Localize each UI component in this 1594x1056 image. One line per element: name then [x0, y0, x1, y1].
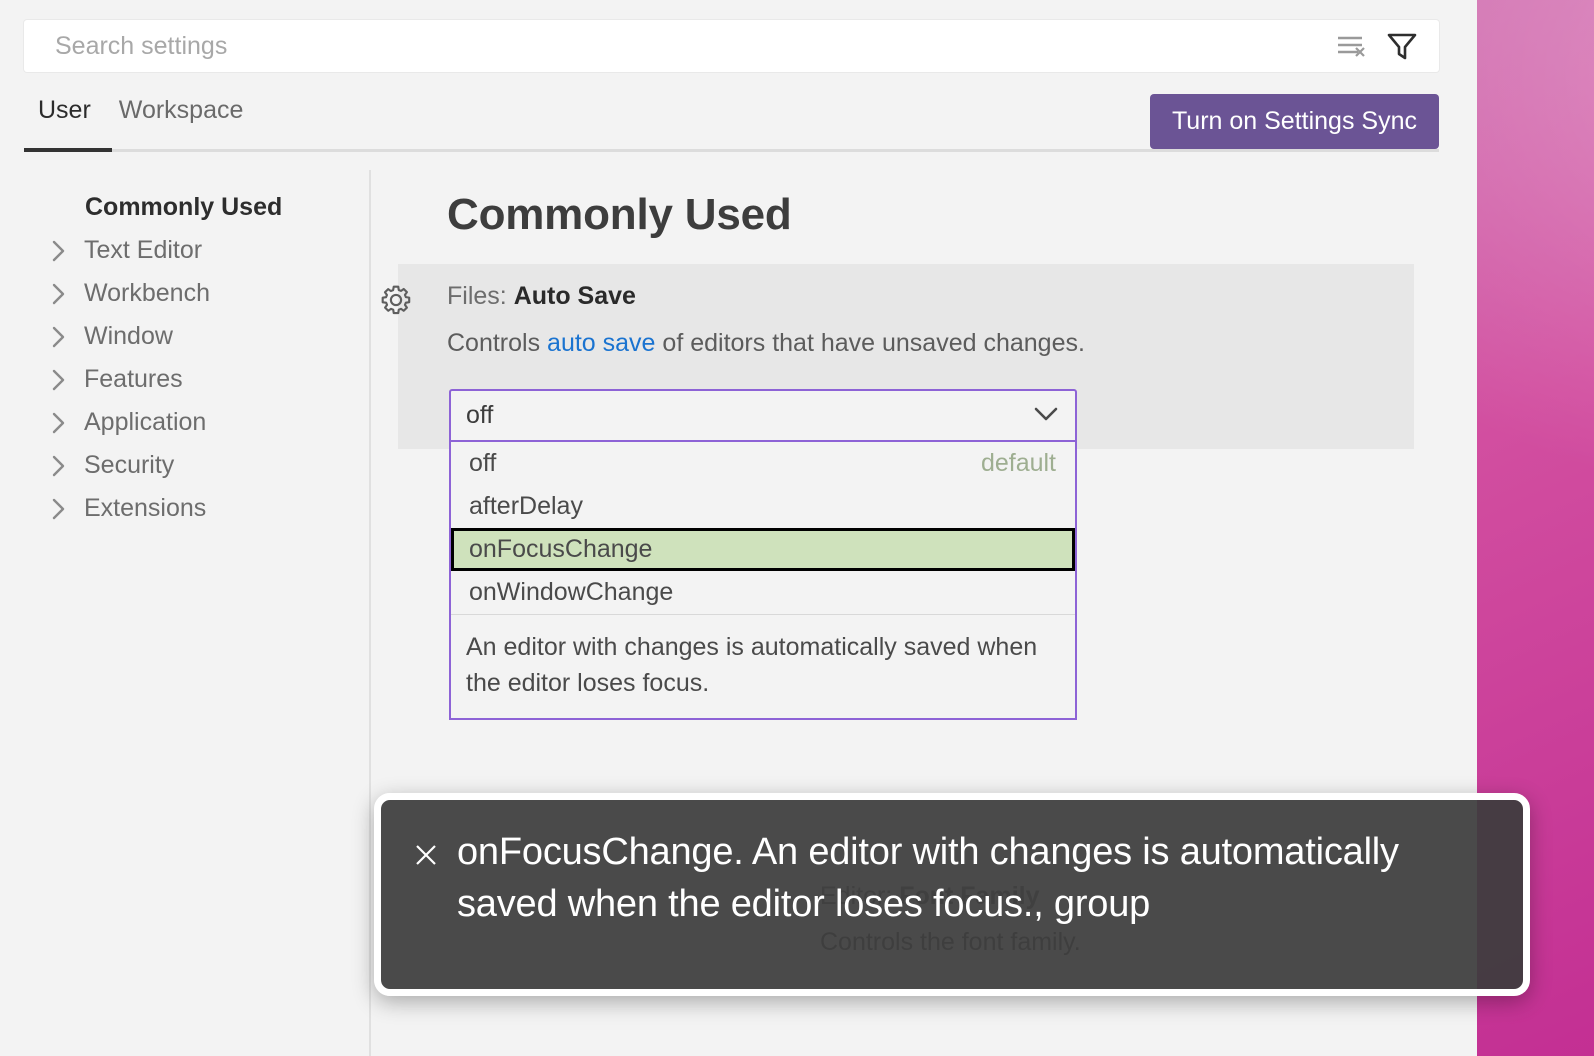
dropdown-option-onfocuschange[interactable]: onFocusChange — [451, 528, 1075, 571]
close-icon[interactable] — [407, 836, 445, 874]
chevron-right-icon — [50, 368, 84, 392]
setting-title: Files: Auto Save — [447, 282, 1414, 311]
dropdown-option-afterdelay[interactable]: afterDelay — [451, 485, 1075, 528]
setting-title-prefix: Files: — [447, 282, 514, 310]
toast-message: onFocusChange. An editor with changes is… — [445, 826, 1501, 931]
option-default-tag: default — [981, 449, 1056, 478]
clear-filter-icon[interactable] — [1332, 27, 1370, 65]
funnel-filter-icon[interactable] — [1383, 27, 1421, 65]
desc-text-before: Controls — [447, 329, 547, 357]
chevron-right-icon — [50, 411, 84, 435]
dropdown-option-description: An editor with changes is automatically … — [451, 614, 1075, 718]
tab-user[interactable]: User — [24, 94, 105, 143]
tabs-row: User Workspace Turn on Settings Sync — [24, 94, 1439, 156]
sidebar-item-label: Commonly Used — [85, 193, 282, 222]
sidebar-item-window[interactable]: Window — [0, 315, 369, 358]
search-bar — [24, 20, 1439, 72]
accessibility-toast: onFocusChange. An editor with changes is… — [374, 793, 1530, 996]
setting-title-name: Auto Save — [514, 282, 636, 310]
sidebar-item-extensions[interactable]: Extensions — [0, 487, 369, 530]
sidebar-item-commonly-used[interactable]: Commonly Used — [0, 186, 369, 229]
chevron-right-icon — [50, 282, 84, 306]
sidebar-item-workbench[interactable]: Workbench — [0, 272, 369, 315]
sidebar-item-label: Workbench — [84, 279, 210, 308]
tab-workspace[interactable]: Workspace — [105, 94, 258, 143]
settings-toc: Commonly Used Text Editor Workbench Wind… — [0, 170, 371, 1056]
sidebar-item-label: Extensions — [84, 494, 206, 523]
sidebar-item-text-editor[interactable]: Text Editor — [0, 229, 369, 272]
sidebar-item-label: Application — [84, 408, 206, 437]
auto-save-select: off off default afterDelay onFocusChange… — [449, 389, 1077, 720]
tabs-divider — [24, 149, 1439, 152]
option-label: onWindowChange — [469, 578, 673, 607]
sidebar-item-label: Window — [84, 322, 173, 351]
chevron-right-icon — [50, 497, 84, 521]
setting-description: Controls auto save of editors that have … — [447, 327, 1414, 361]
sidebar-item-security[interactable]: Security — [0, 444, 369, 487]
gear-icon[interactable] — [379, 283, 413, 317]
sidebar-item-label: Text Editor — [84, 236, 202, 265]
sidebar-item-application[interactable]: Application — [0, 401, 369, 444]
active-tab-indicator — [24, 148, 112, 152]
chevron-right-icon — [50, 454, 84, 478]
dropdown-option-onwindowchange[interactable]: onWindowChange — [451, 571, 1075, 614]
sidebar-item-label: Security — [84, 451, 174, 480]
dropdown-option-off[interactable]: off default — [451, 442, 1075, 485]
search-input[interactable] — [24, 32, 1332, 61]
chevron-right-icon — [50, 325, 84, 349]
auto-save-selected-value: off — [466, 401, 493, 430]
option-label: off — [469, 449, 496, 478]
option-label: afterDelay — [469, 492, 583, 521]
turn-on-settings-sync-button[interactable]: Turn on Settings Sync — [1150, 94, 1439, 149]
chevron-right-icon — [50, 239, 84, 263]
sidebar-item-label: Features — [84, 365, 183, 394]
sidebar-item-features[interactable]: Features — [0, 358, 369, 401]
auto-save-select-trigger[interactable]: off — [449, 389, 1077, 442]
page-title: Commonly Used — [398, 170, 1477, 240]
auto-save-option-list: off default afterDelay onFocusChange onW… — [449, 442, 1077, 720]
auto-save-link[interactable]: auto save — [547, 329, 655, 357]
option-label: onFocusChange — [469, 535, 652, 564]
desc-text-after: of editors that have unsaved changes. — [655, 329, 1084, 357]
search-actions — [1332, 27, 1439, 65]
chevron-down-icon — [1033, 401, 1059, 430]
